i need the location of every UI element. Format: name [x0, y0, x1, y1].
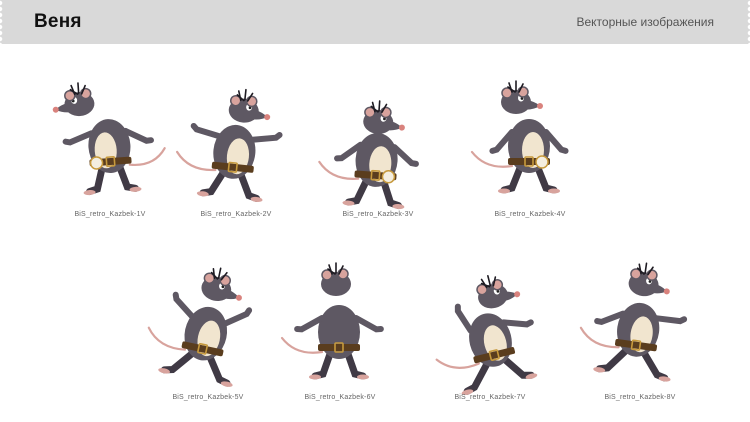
- rat-figure-illustration: [147, 267, 253, 387]
- header-edge-left: [0, 0, 6, 44]
- rat-arm-left: [172, 291, 196, 320]
- rat-arm-left: [190, 122, 222, 140]
- rat-figure-illustration: [470, 80, 569, 194]
- rat-foot-left: [498, 188, 510, 194]
- rat-figure-illustration: [579, 262, 688, 382]
- rat-tail: [147, 326, 187, 351]
- figure-caption: BiS_retro_Kazbek-7V: [454, 394, 526, 401]
- rat-leg-left: [345, 177, 370, 206]
- figure-caption: BiS_retro_Kazbek-8V: [604, 394, 676, 401]
- header-edge-right: [744, 0, 750, 44]
- figure-caption: BiS_retro_Kazbek-4V: [494, 211, 566, 218]
- figure-card[interactable]: BiS_retro_Kazbek-4V: [470, 70, 590, 220]
- rat-figure-illustration: [280, 262, 384, 380]
- rat-arm-right: [249, 131, 283, 143]
- rat-arm-right: [222, 307, 253, 327]
- rat-foot-left: [309, 374, 321, 380]
- rat-nose: [52, 106, 59, 113]
- pocket-watch: [535, 155, 549, 169]
- rat-leg-left: [86, 165, 106, 196]
- pocket-watch: [89, 156, 104, 170]
- rat-arm-right: [653, 315, 688, 325]
- rat-nose: [398, 124, 405, 131]
- page-title: Веня: [34, 11, 82, 32]
- rat-leg-left: [595, 346, 630, 373]
- figure-card[interactable]: BiS_retro_Kazbek-1V: [50, 70, 170, 220]
- rat-nose: [264, 114, 271, 121]
- figure-caption: BiS_retro_Kazbek-2V: [200, 211, 272, 218]
- rat-tail: [318, 160, 360, 180]
- figure-card[interactable]: BiS_retro_Kazbek-2V: [175, 76, 296, 226]
- rat-leg-right: [237, 171, 261, 202]
- figure-card[interactable]: BiS_retro_Kazbek-3V: [318, 84, 438, 234]
- rat-tail: [579, 326, 620, 349]
- rat-nose: [537, 103, 543, 109]
- rat-arm-right: [391, 144, 419, 167]
- rat-foot-right: [548, 188, 560, 194]
- rat-arm-left: [62, 130, 95, 146]
- rat-tail: [280, 336, 324, 354]
- rat-figure-illustration: [175, 88, 283, 203]
- rat-figure-illustration: [52, 82, 166, 196]
- rat-tail: [470, 150, 514, 168]
- figure-card[interactable]: BiS_retro_Kazbek-7V: [430, 264, 550, 414]
- rat-leg-right: [380, 178, 402, 210]
- rat-nose: [514, 291, 521, 298]
- rat-leg-right: [116, 163, 139, 192]
- rat-leg-left: [500, 164, 524, 194]
- figure-card[interactable]: BiS_retro_Kazbek-5V: [147, 258, 268, 408]
- rat-leg-right: [344, 350, 367, 380]
- page-subtitle: Векторные изображения: [576, 15, 714, 29]
- figure-card[interactable]: BiS_retro_Kazbek-6V: [280, 256, 400, 406]
- rat-foot-right: [357, 374, 369, 380]
- figure-caption: BiS_retro_Kazbek-6V: [304, 394, 376, 401]
- rat-belt: [318, 344, 360, 351]
- pocket-watch: [381, 170, 396, 184]
- rat-tail: [435, 358, 480, 369]
- rat-leg-right: [534, 164, 558, 194]
- figure-card[interactable]: BiS_retro_Kazbek-8V: [579, 254, 700, 404]
- rat-tail: [175, 150, 217, 172]
- rat-leg-left: [311, 350, 334, 380]
- rat-figure-illustration: [435, 274, 538, 396]
- rat-tail: [128, 147, 166, 167]
- rat-leg-right: [640, 349, 669, 382]
- figure-caption: BiS_retro_Kazbek-3V: [342, 211, 414, 218]
- rat-figure-illustration: [318, 100, 419, 210]
- rat-leg-right: [206, 353, 231, 387]
- page-header: Веня Векторные изображения: [0, 0, 750, 44]
- rat-leg-left: [199, 169, 227, 197]
